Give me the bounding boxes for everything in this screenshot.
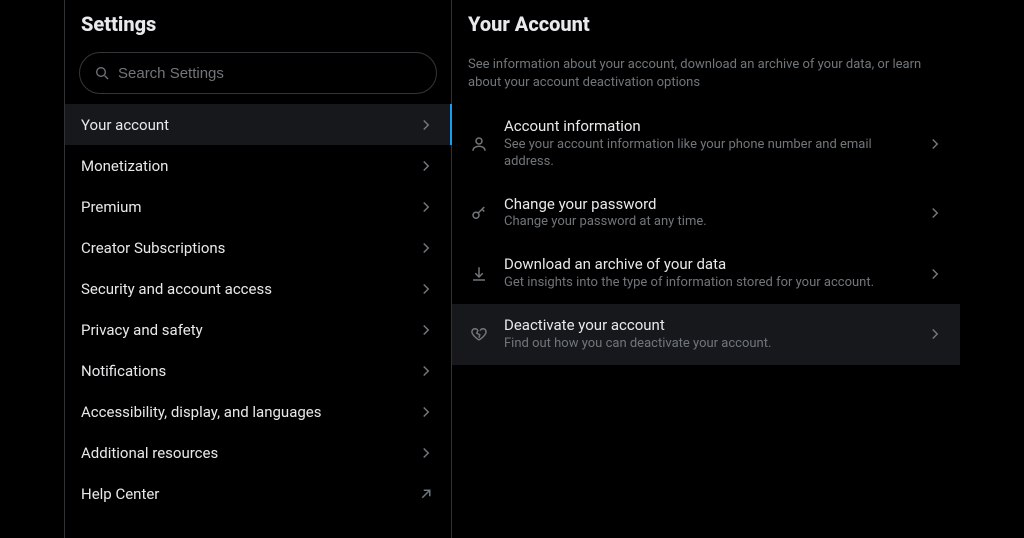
nav-item-security-and-account-access[interactable]: Security and account access bbox=[65, 268, 451, 309]
heartbreak-icon bbox=[468, 325, 490, 343]
option-deactivate-your-account[interactable]: Deactivate your accountFind out how you … bbox=[452, 304, 960, 365]
nav-item-label: Privacy and safety bbox=[81, 321, 203, 339]
chevron-right-icon bbox=[417, 403, 435, 421]
option-title: Download an archive of your data bbox=[504, 255, 912, 274]
settings-panel: Settings Your account Monetization Premium… bbox=[64, 0, 452, 538]
search-settings-field[interactable] bbox=[79, 52, 437, 94]
search-input[interactable] bbox=[118, 65, 422, 82]
nav-item-privacy-and-safety[interactable]: Privacy and safety bbox=[65, 309, 451, 350]
chevron-right-icon bbox=[417, 444, 435, 462]
nav-item-help-center[interactable]: Help Center bbox=[65, 473, 451, 514]
settings-nav-list: Your account Monetization Premium Creator S… bbox=[65, 104, 451, 514]
option-subtitle: Change your password at any time. bbox=[504, 214, 912, 231]
option-download-an-archive-of-your-data[interactable]: Download an archive of your dataGet insi… bbox=[452, 243, 960, 304]
nav-item-label: Help Center bbox=[81, 485, 159, 503]
option-title: Change your password bbox=[504, 195, 912, 214]
right-gutter bbox=[960, 0, 1024, 538]
option-body: Download an archive of your dataGet insi… bbox=[504, 255, 912, 292]
option-title: Account information bbox=[504, 117, 912, 136]
nav-item-creator-subscriptions[interactable]: Creator Subscriptions bbox=[65, 227, 451, 268]
download-icon bbox=[468, 265, 490, 283]
user-icon bbox=[468, 135, 490, 153]
key-icon bbox=[468, 204, 490, 222]
chevron-right-icon bbox=[417, 239, 435, 257]
account-title: Your Account bbox=[452, 0, 960, 44]
option-subtitle: Find out how you can deactivate your acc… bbox=[504, 336, 912, 353]
option-subtitle: Get insights into the type of informatio… bbox=[504, 275, 912, 292]
nav-item-label: Creator Subscriptions bbox=[81, 239, 225, 257]
left-gutter bbox=[0, 0, 64, 538]
nav-item-accessibility-display-and-languages[interactable]: Accessibility, display, and languages bbox=[65, 391, 451, 432]
chevron-right-icon bbox=[417, 198, 435, 216]
chevron-right-icon bbox=[417, 280, 435, 298]
option-body: Deactivate your accountFind out how you … bbox=[504, 316, 912, 353]
nav-item-monetization[interactable]: Monetization bbox=[65, 145, 451, 186]
search-icon bbox=[94, 65, 110, 81]
nav-item-notifications[interactable]: Notifications bbox=[65, 350, 451, 391]
option-subtitle: See your account information like your p… bbox=[504, 137, 912, 171]
chevron-right-icon bbox=[926, 265, 944, 283]
option-body: Account informationSee your account info… bbox=[504, 117, 912, 171]
settings-title: Settings bbox=[65, 0, 451, 46]
nav-item-label: Additional resources bbox=[81, 444, 218, 462]
account-panel: Your Account See information about your … bbox=[452, 0, 960, 538]
account-options-list: Account informationSee your account info… bbox=[452, 105, 960, 364]
option-account-information[interactable]: Account informationSee your account info… bbox=[452, 105, 960, 183]
chevron-right-icon bbox=[926, 135, 944, 153]
nav-item-label: Accessibility, display, and languages bbox=[81, 403, 321, 421]
account-description: See information about your account, down… bbox=[452, 44, 960, 105]
nav-item-your-account[interactable]: Your account bbox=[65, 104, 451, 145]
chevron-right-icon bbox=[417, 157, 435, 175]
external-link-icon bbox=[417, 485, 435, 503]
nav-item-label: Security and account access bbox=[81, 280, 272, 298]
chevron-right-icon bbox=[926, 204, 944, 222]
nav-item-label: Premium bbox=[81, 198, 142, 216]
nav-item-premium[interactable]: Premium bbox=[65, 186, 451, 227]
nav-item-label: Monetization bbox=[81, 157, 168, 175]
option-body: Change your passwordChange your password… bbox=[504, 195, 912, 232]
chevron-right-icon bbox=[926, 325, 944, 343]
nav-item-additional-resources[interactable]: Additional resources bbox=[65, 432, 451, 473]
nav-item-label: Notifications bbox=[81, 362, 166, 380]
chevron-right-icon bbox=[417, 116, 435, 134]
option-title: Deactivate your account bbox=[504, 316, 912, 335]
nav-item-label: Your account bbox=[81, 116, 169, 134]
chevron-right-icon bbox=[417, 362, 435, 380]
chevron-right-icon bbox=[417, 321, 435, 339]
option-change-your-password[interactable]: Change your passwordChange your password… bbox=[452, 183, 960, 244]
